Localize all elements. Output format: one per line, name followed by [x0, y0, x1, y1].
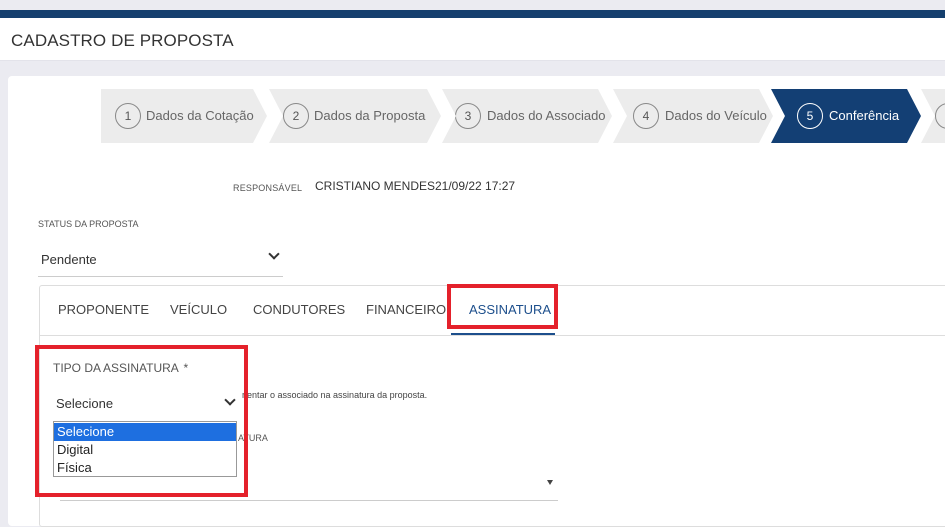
page-title: CADASTRO DE PROPOSTA	[11, 31, 234, 50]
step-label: Dados da Proposta	[314, 108, 426, 123]
tab-assinatura[interactable]: ASSINATURA	[469, 302, 551, 317]
step-number: 3	[455, 103, 481, 129]
tab-financeiro[interactable]: FINANCEIRO	[366, 302, 446, 317]
responsible-datetime: 21/09/22 17:27	[435, 179, 516, 193]
tab-proponente[interactable]: PROPONENTE	[58, 302, 149, 317]
responsible-label: RESPONSÁVEL	[233, 183, 303, 193]
step-conferencia[interactable]: 5 Conferência	[771, 89, 921, 143]
signature-type-dropdown: Selecione Digital Física	[53, 421, 237, 477]
secondary-select-underline	[60, 500, 558, 501]
caret-down-icon[interactable]	[547, 480, 553, 485]
step-label: Dados da Cotação	[146, 108, 254, 123]
signature-type-select[interactable]: Selecione	[53, 388, 238, 416]
chevron-down-icon	[268, 248, 280, 260]
top-brand-bar	[0, 10, 945, 18]
signature-type-label: TIPO DA ASSINATURA *	[53, 361, 188, 375]
step-number	[935, 103, 945, 129]
responsible-name: CRISTIANO MENDES	[315, 179, 436, 193]
option-digital[interactable]: Digital	[54, 441, 236, 459]
step-number: 4	[633, 103, 659, 129]
step-number: 2	[283, 103, 309, 129]
step-label: Dados do Veículo	[665, 108, 767, 123]
tab-condutores[interactable]: CONDUTORES	[253, 302, 345, 317]
step-next[interactable]	[921, 89, 945, 143]
step-dados-do-associado[interactable]: 3 Dados do Associado	[442, 89, 612, 143]
signature-hint-text: rientar o associado na assinatura da pro…	[242, 390, 428, 400]
page-header: CADASTRO DE PROPOSTA	[0, 18, 945, 61]
chevron-down-icon	[224, 394, 236, 406]
status-select[interactable]: Pendente	[38, 242, 283, 277]
step-number: 5	[797, 103, 823, 129]
status-value: Pendente	[41, 252, 97, 267]
secondary-field-label: ATURA	[238, 433, 268, 443]
step-dados-da-cotacao[interactable]: 1 Dados da Cotação	[101, 89, 267, 143]
step-label: Conferência	[829, 108, 900, 123]
step-label: Dados do Associado	[487, 108, 606, 123]
step-dados-da-proposta[interactable]: 2 Dados da Proposta	[269, 89, 441, 143]
wizard-stepper: 1 Dados da Cotação 2 Dados da Proposta 3…	[101, 89, 945, 143]
option-fisica[interactable]: Física	[54, 459, 236, 477]
option-selecione[interactable]: Selecione	[54, 423, 236, 441]
required-mark: *	[183, 361, 189, 375]
signature-type-label-text: TIPO DA ASSINATURA	[53, 361, 179, 375]
status-label: STATUS DA PROPOSTA	[38, 219, 139, 229]
active-tab-indicator	[451, 333, 555, 335]
step-number: 1	[115, 103, 141, 129]
tab-veiculo[interactable]: VEÍCULO	[170, 302, 227, 317]
step-dados-do-veiculo[interactable]: 4 Dados do Veículo	[613, 89, 773, 143]
signature-type-value: Selecione	[56, 396, 114, 411]
